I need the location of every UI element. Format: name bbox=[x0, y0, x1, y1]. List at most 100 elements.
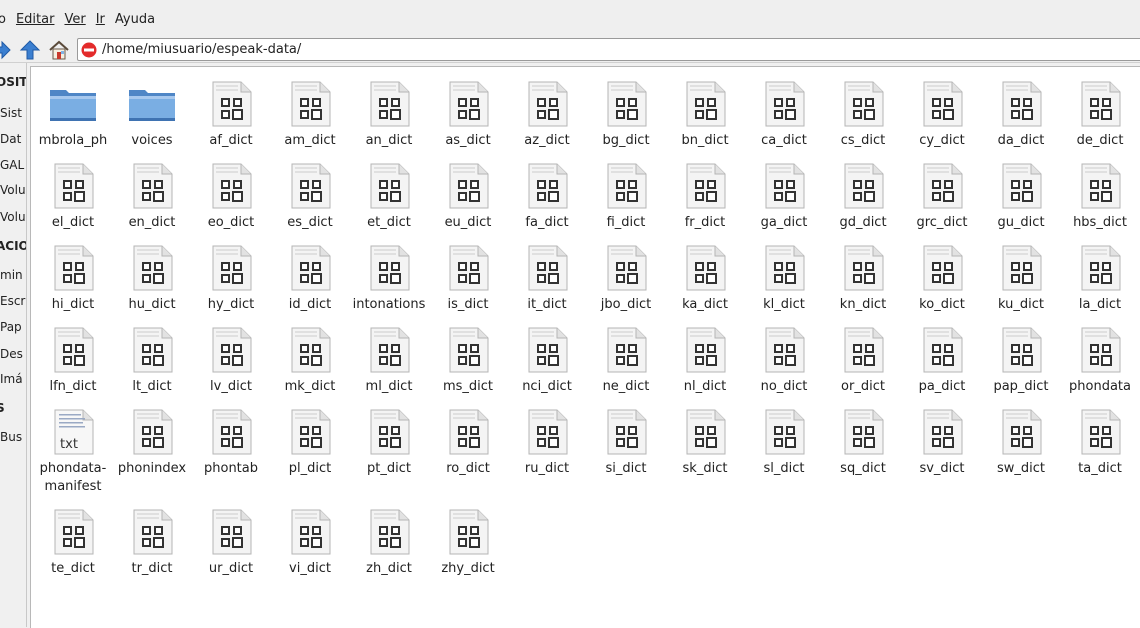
sidebar-item[interactable]: Dat bbox=[0, 132, 21, 146]
file-item[interactable]: el_dict bbox=[31, 162, 117, 232]
menu-item-ver[interactable]: Ver bbox=[64, 12, 85, 27]
file-item[interactable]: am_dict bbox=[266, 80, 354, 150]
binary-file-icon bbox=[370, 245, 410, 291]
file-item[interactable]: kn_dict bbox=[819, 244, 907, 314]
home-icon[interactable] bbox=[48, 39, 70, 61]
sidebar-item[interactable]: Imá bbox=[0, 372, 23, 386]
folder-item[interactable]: mbrola_ph bbox=[31, 80, 117, 150]
file-item[interactable]: af_dict bbox=[187, 80, 275, 150]
up-arrow-icon[interactable] bbox=[19, 39, 41, 61]
file-item[interactable]: txt phondata-manifest bbox=[31, 408, 117, 496]
file-item[interactable]: sq_dict bbox=[819, 408, 907, 478]
sidebar-item[interactable]: Pap bbox=[0, 320, 22, 334]
file-item[interactable]: ka_dict bbox=[661, 244, 749, 314]
file-item[interactable]: et_dict bbox=[345, 162, 433, 232]
file-item[interactable]: intonations bbox=[345, 244, 433, 314]
file-item[interactable]: cy_dict bbox=[898, 80, 986, 150]
file-item[interactable]: bg_dict bbox=[582, 80, 670, 150]
file-item[interactable]: pl_dict bbox=[266, 408, 354, 478]
file-item[interactable]: gd_dict bbox=[819, 162, 907, 232]
file-item[interactable]: pap_dict bbox=[977, 326, 1065, 396]
file-item[interactable]: phontab bbox=[187, 408, 275, 478]
file-item[interactable]: grc_dict bbox=[898, 162, 986, 232]
file-item[interactable]: hbs_dict bbox=[1056, 162, 1140, 232]
file-item[interactable]: ca_dict bbox=[740, 80, 828, 150]
file-item[interactable]: phondata bbox=[1056, 326, 1140, 396]
sidebar-item[interactable]: GAL bbox=[0, 158, 24, 172]
file-item[interactable]: ku_dict bbox=[977, 244, 1065, 314]
file-item[interactable]: pa_dict bbox=[898, 326, 986, 396]
sidebar-item[interactable]: Escr bbox=[0, 294, 25, 308]
file-item[interactable]: vi_dict bbox=[266, 508, 354, 578]
sidebar-item[interactable]: Volu bbox=[0, 210, 26, 224]
file-item[interactable]: fr_dict bbox=[661, 162, 749, 232]
file-item[interactable]: pt_dict bbox=[345, 408, 433, 478]
file-item[interactable]: la_dict bbox=[1056, 244, 1140, 314]
file-item[interactable]: ta_dict bbox=[1056, 408, 1140, 478]
file-name: en_dict bbox=[128, 215, 176, 230]
file-item[interactable]: id_dict bbox=[266, 244, 354, 314]
file-item[interactable]: fa_dict bbox=[503, 162, 591, 232]
file-item[interactable]: nl_dict bbox=[661, 326, 749, 396]
file-item[interactable]: ml_dict bbox=[345, 326, 433, 396]
file-item[interactable]: is_dict bbox=[424, 244, 512, 314]
stop-icon[interactable] bbox=[81, 42, 97, 58]
address-bar[interactable]: /home/miusuario/espeak-data/ bbox=[77, 38, 1140, 61]
file-item[interactable]: ms_dict bbox=[424, 326, 512, 396]
file-item[interactable]: gu_dict bbox=[977, 162, 1065, 232]
file-name: hu_dict bbox=[128, 297, 176, 312]
file-item[interactable]: da_dict bbox=[977, 80, 1065, 150]
file-item[interactable]: ro_dict bbox=[424, 408, 512, 478]
file-item[interactable]: tr_dict bbox=[108, 508, 196, 578]
file-item[interactable]: nci_dict bbox=[503, 326, 591, 396]
file-item[interactable]: es_dict bbox=[266, 162, 354, 232]
file-item[interactable]: kl_dict bbox=[740, 244, 828, 314]
file-item[interactable]: ur_dict bbox=[187, 508, 275, 578]
file-item[interactable]: an_dict bbox=[345, 80, 433, 150]
file-item[interactable]: sl_dict bbox=[740, 408, 828, 478]
file-item[interactable]: no_dict bbox=[740, 326, 828, 396]
file-item[interactable]: lt_dict bbox=[108, 326, 196, 396]
file-item[interactable]: jbo_dict bbox=[582, 244, 670, 314]
file-item[interactable]: bn_dict bbox=[661, 80, 749, 150]
file-item[interactable]: hy_dict bbox=[187, 244, 275, 314]
file-item[interactable]: si_dict bbox=[582, 408, 670, 478]
file-item[interactable]: de_dict bbox=[1056, 80, 1140, 150]
file-item[interactable]: en_dict bbox=[108, 162, 196, 232]
sidebar-item[interactable]: Des bbox=[0, 347, 23, 361]
file-item[interactable]: te_dict bbox=[31, 508, 117, 578]
file-item[interactable]: or_dict bbox=[819, 326, 907, 396]
file-item[interactable]: ru_dict bbox=[503, 408, 591, 478]
sidebar-item[interactable]: Bus bbox=[0, 430, 22, 444]
file-item[interactable]: eu_dict bbox=[424, 162, 512, 232]
folder-item[interactable]: voices bbox=[108, 80, 196, 150]
file-item[interactable]: as_dict bbox=[424, 80, 512, 150]
file-item[interactable]: cs_dict bbox=[819, 80, 907, 150]
file-item[interactable]: zhy_dict bbox=[424, 508, 512, 578]
file-item[interactable]: sv_dict bbox=[898, 408, 986, 478]
menu-item-archivo[interactable]: o bbox=[0, 12, 6, 27]
menu-item-editar[interactable]: Editar bbox=[16, 12, 55, 27]
file-item[interactable]: hi_dict bbox=[31, 244, 117, 314]
file-item[interactable]: mk_dict bbox=[266, 326, 354, 396]
file-item[interactable]: sw_dict bbox=[977, 408, 1065, 478]
menu-item-ir[interactable]: Ir bbox=[96, 12, 105, 27]
file-item[interactable]: fi_dict bbox=[582, 162, 670, 232]
file-item[interactable]: az_dict bbox=[503, 80, 591, 150]
file-item[interactable]: ko_dict bbox=[898, 244, 986, 314]
file-item[interactable]: hu_dict bbox=[108, 244, 196, 314]
file-item[interactable]: ga_dict bbox=[740, 162, 828, 232]
file-item[interactable]: ne_dict bbox=[582, 326, 670, 396]
file-item[interactable]: phonindex bbox=[108, 408, 196, 478]
file-item[interactable]: sk_dict bbox=[661, 408, 749, 478]
file-item[interactable]: zh_dict bbox=[345, 508, 433, 578]
file-item[interactable]: it_dict bbox=[503, 244, 591, 314]
forward-arrow-icon[interactable] bbox=[0, 39, 12, 61]
file-item[interactable]: eo_dict bbox=[187, 162, 275, 232]
menu-item-ayuda[interactable]: Ayuda bbox=[115, 12, 155, 27]
sidebar-item[interactable]: Sist bbox=[0, 106, 22, 120]
sidebar-item[interactable]: min bbox=[0, 268, 23, 282]
file-item[interactable]: lfn_dict bbox=[31, 326, 117, 396]
sidebar-item[interactable]: Volu bbox=[0, 183, 26, 197]
file-item[interactable]: lv_dict bbox=[187, 326, 275, 396]
